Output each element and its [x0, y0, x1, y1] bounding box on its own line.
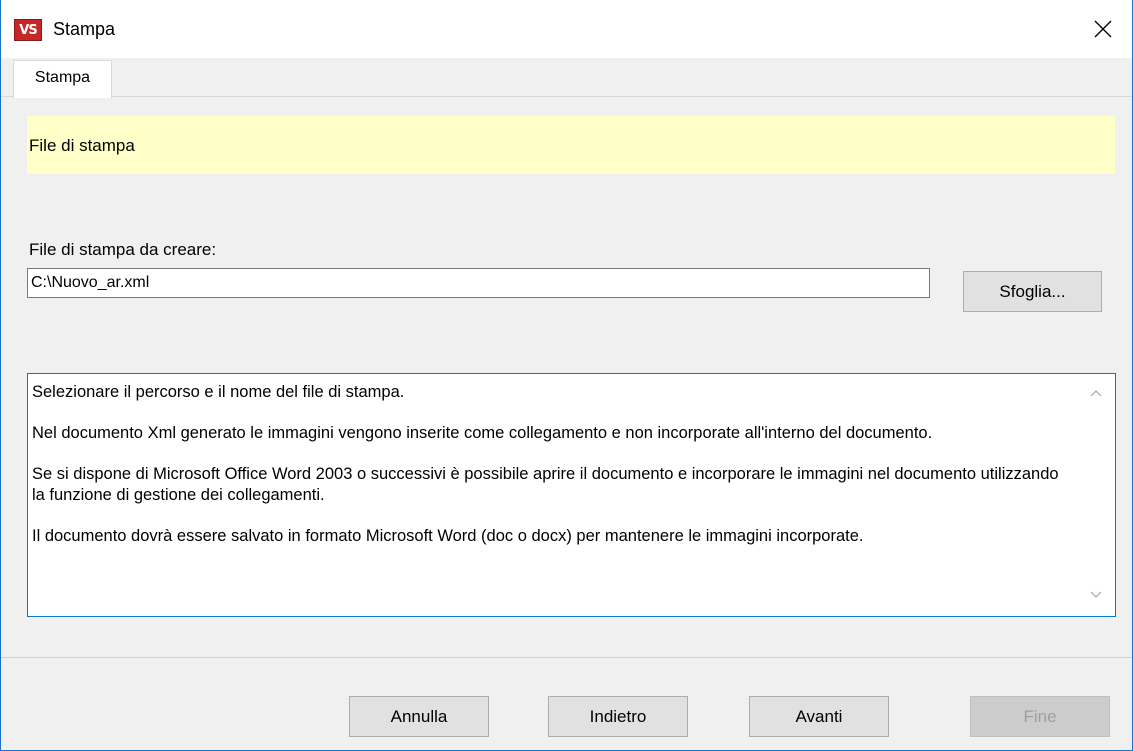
title-bar: VS Stampa	[1, 0, 1132, 58]
back-button[interactable]: Indietro	[548, 696, 688, 737]
close-button[interactable]	[1074, 0, 1132, 58]
scroll-up-button[interactable]	[1089, 386, 1103, 400]
info-paragraph: Il documento dovrà essere salvato in for…	[32, 527, 864, 545]
banner-title: File di stampa	[29, 136, 135, 155]
print-dialog: VS Stampa Stampa File di stampa File di …	[0, 0, 1133, 751]
next-button[interactable]: Avanti	[749, 696, 889, 737]
file-path-input[interactable]	[27, 268, 930, 298]
chevron-down-icon	[1090, 591, 1102, 598]
app-icon: VS	[14, 19, 42, 41]
file-path-label: File di stampa da creare:	[29, 240, 217, 259]
finish-button[interactable]: Fine	[970, 696, 1110, 737]
info-paragraph: Se si dispone di Microsoft Office Word 2…	[32, 465, 1059, 504]
chevron-up-icon	[1090, 390, 1102, 397]
info-paragraph: Nel documento Xml generato le immagini v…	[32, 424, 933, 442]
browse-button[interactable]: Sfoglia...	[963, 271, 1102, 312]
info-textbox[interactable]: Selezionare il percorso e il nome del fi…	[27, 373, 1116, 617]
cancel-button[interactable]: Annulla	[349, 696, 489, 737]
step-banner: File di stampa	[27, 116, 1115, 174]
info-text: Selezionare il percorso e il nome del fi…	[32, 382, 1072, 567]
footer-separator	[1, 657, 1132, 658]
scroll-down-button[interactable]	[1089, 588, 1103, 602]
window-title: Stampa	[53, 19, 116, 39]
info-paragraph: Selezionare il percorso e il nome del fi…	[32, 383, 405, 401]
tab-stampa[interactable]: Stampa	[13, 60, 112, 98]
tab-content: File di stampa File di stampa da creare:…	[1, 97, 1132, 657]
close-icon	[1094, 20, 1112, 38]
tab-strip: Stampa	[1, 58, 1132, 98]
